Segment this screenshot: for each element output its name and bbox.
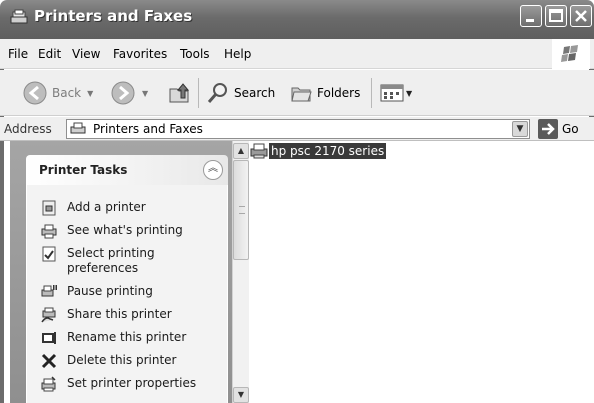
menu-help[interactable]: Help (224, 47, 251, 61)
folders-button[interactable]: Folders (289, 70, 360, 116)
task-share-printer[interactable]: Share this printer (41, 307, 197, 323)
printer-tasks-header[interactable]: Printer Tasks ︽ (26, 155, 228, 185)
go-arrow-icon (538, 119, 558, 139)
menu-bar: File Edit View Favorites Tools Help (0, 39, 594, 69)
maximize-icon (549, 9, 563, 22)
collapse-chevron-icon[interactable]: ︽ (203, 160, 223, 180)
minimize-icon (526, 19, 534, 22)
go-button[interactable] (538, 119, 558, 139)
search-button[interactable]: Search (206, 70, 275, 116)
window-title: Printers and Faxes (34, 7, 193, 25)
task-label: Share this printer (67, 307, 172, 321)
delete-x-icon (41, 353, 57, 369)
print-queue-icon (41, 224, 57, 239)
back-button[interactable]: Back ▼ (22, 70, 93, 116)
rename-icon (42, 332, 56, 344)
standard-toolbar: Back ▼ ▼ Search Folders ▼ (0, 70, 594, 116)
views-icon (380, 84, 404, 102)
up-folder-icon (169, 83, 190, 103)
maximize-button[interactable] (545, 5, 567, 27)
printers-folder-icon (10, 9, 28, 24)
title-bar[interactable]: Printers and Faxes (0, 0, 594, 39)
scrollbar-thumb[interactable] (233, 160, 249, 260)
task-label: Select printing preferences (67, 246, 155, 275)
printers-folder-icon (70, 122, 86, 134)
forward-button[interactable]: ▼ (110, 70, 148, 116)
scrollbar-grip-icon (239, 206, 245, 214)
search-label: Search (234, 86, 276, 100)
address-input[interactable]: Printers and Faxes ▼ (66, 119, 530, 139)
views-dropdown-icon[interactable]: ▼ (406, 89, 412, 98)
share-printer-icon (41, 307, 56, 323)
task-label: Add a printer (67, 200, 146, 214)
task-label: Delete this printer (67, 353, 177, 367)
windows-logo (552, 39, 590, 69)
task-select-printing-preferences[interactable]: Select printing preferences (41, 246, 197, 276)
menu-file[interactable]: File (8, 47, 28, 61)
task-label: Set printer properties (67, 376, 197, 390)
file-list-view[interactable]: hp psc 2170 series (249, 141, 594, 403)
address-label: Address (4, 122, 52, 136)
explorer-bar: Printer Tasks ︽ Add a printer See what's… (10, 141, 232, 403)
address-dropdown-icon[interactable]: ▼ (512, 121, 528, 137)
preferences-icon (42, 246, 56, 262)
task-set-printer-properties[interactable]: Set printer properties (41, 376, 197, 392)
search-icon (207, 83, 227, 103)
task-label: Pause printing (67, 284, 153, 298)
menu-favorites[interactable]: Favorites (113, 47, 167, 61)
back-arrow-icon (23, 81, 47, 105)
scroll-up-arrow-icon[interactable]: ▲ (233, 143, 249, 159)
folders-icon (291, 87, 312, 102)
back-dropdown-icon[interactable]: ▼ (87, 89, 93, 98)
go-label[interactable]: Go (562, 122, 579, 136)
printer-item[interactable]: hp psc 2170 series (249, 143, 387, 159)
address-bar: Address Printers and Faxes ▼ Go (0, 117, 594, 141)
forward-arrow-icon (111, 81, 135, 105)
printer-name: hp psc 2170 series (269, 143, 387, 159)
add-printer-icon (42, 200, 56, 216)
close-icon (575, 10, 587, 22)
task-pause-printing[interactable]: Pause printing (41, 284, 197, 300)
toolbar-separator (371, 78, 372, 108)
up-folder-button[interactable] (166, 70, 192, 116)
menu-edit[interactable]: Edit (38, 47, 61, 61)
minimize-button[interactable] (520, 5, 542, 27)
pause-printer-icon (41, 285, 57, 297)
task-rename-printer[interactable]: Rename this printer (41, 330, 197, 346)
forward-dropdown-icon[interactable]: ▼ (142, 89, 148, 98)
windows-flag-icon (561, 45, 578, 62)
task-pane-scrollbar[interactable]: ▲ ▼ (232, 141, 249, 403)
task-add-printer[interactable]: Add a printer (41, 200, 197, 216)
views-button[interactable]: ▼ (380, 70, 412, 116)
task-delete-printer[interactable]: Delete this printer (41, 353, 197, 369)
close-button[interactable] (570, 5, 592, 27)
menu-tools[interactable]: Tools (180, 47, 210, 61)
task-label: Rename this printer (67, 330, 187, 344)
printer-tasks-panel: Printer Tasks ︽ Add a printer See what's… (26, 155, 228, 403)
toolbar-separator (198, 78, 199, 108)
printer-tasks-list: Add a printer See what's printing Select… (26, 185, 228, 403)
menu-view[interactable]: View (72, 47, 100, 61)
printer-icon (250, 143, 268, 159)
address-value: Printers and Faxes (93, 122, 203, 136)
back-label: Back (52, 86, 82, 100)
task-label: See what's printing (67, 223, 183, 237)
printer-tasks-title: Printer Tasks (39, 163, 128, 177)
folders-label: Folders (317, 86, 361, 100)
properties-icon (41, 376, 56, 392)
task-see-whats-printing[interactable]: See what's printing (41, 223, 197, 239)
scroll-down-arrow-icon[interactable]: ▼ (233, 387, 249, 403)
